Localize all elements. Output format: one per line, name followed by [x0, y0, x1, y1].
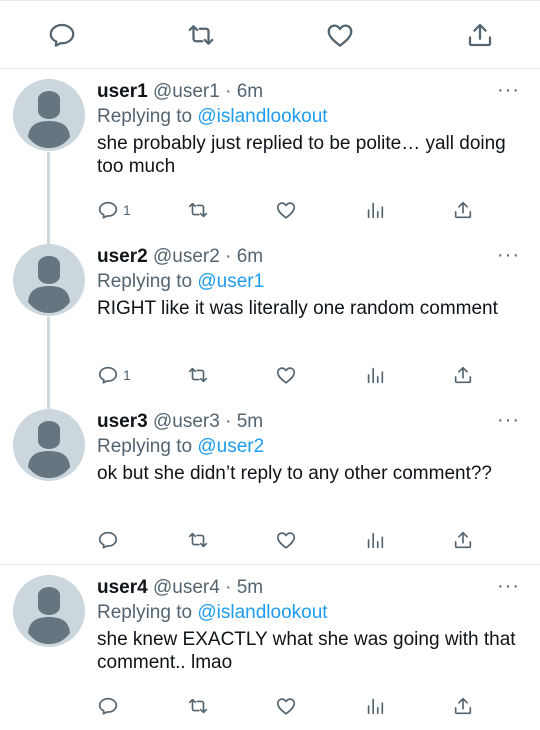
replying-prefix: Replying to — [97, 436, 193, 457]
timestamp[interactable]: 5m — [237, 411, 263, 432]
like-button[interactable] — [275, 362, 297, 388]
retweet-icon — [187, 364, 209, 386]
stats-icon — [364, 529, 386, 551]
retweet-button[interactable] — [187, 197, 209, 223]
tweet-action-bar: 1 — [97, 362, 497, 388]
like-icon — [275, 364, 297, 386]
views-button[interactable] — [364, 197, 386, 223]
separator: · — [225, 81, 232, 102]
reply-icon — [97, 199, 119, 221]
share-icon — [452, 199, 474, 221]
handle[interactable]: @user2 — [153, 246, 220, 267]
like-button[interactable] — [275, 527, 297, 553]
separator: · — [225, 577, 232, 598]
reply-tweet[interactable]: user1 @user1 · 6m ··· Replying to @islan… — [0, 69, 540, 234]
share-button[interactable] — [452, 362, 474, 388]
avatar[interactable] — [13, 409, 85, 481]
replying-prefix: Replying to — [97, 271, 193, 292]
avatar[interactable] — [13, 244, 85, 316]
reply-button[interactable]: 1 — [97, 362, 131, 388]
views-button[interactable] — [364, 693, 386, 719]
tweet-text: she knew EXACTLY what she was going with… — [97, 629, 516, 673]
reply-icon[interactable] — [47, 20, 77, 50]
like-icon — [275, 529, 297, 551]
like-icon — [275, 199, 297, 221]
more-icon[interactable]: ··· — [497, 244, 520, 267]
tweet-header: user2 @user2 · 6m — [97, 245, 263, 269]
retweet-button[interactable] — [187, 362, 209, 388]
display-name[interactable]: user3 — [97, 411, 148, 432]
timestamp[interactable]: 6m — [237, 81, 263, 102]
tweet-header: user3 @user3 · 5m — [97, 410, 263, 434]
more-icon[interactable]: ··· — [497, 79, 520, 102]
reply-icon — [97, 529, 119, 551]
reply-button[interactable] — [97, 693, 123, 719]
reply-count: 1 — [123, 202, 131, 218]
share-button[interactable] — [452, 527, 474, 553]
retweet-button[interactable] — [187, 693, 209, 719]
more-icon[interactable]: ··· — [497, 575, 520, 598]
like-icon[interactable] — [325, 20, 355, 50]
share-button[interactable] — [452, 693, 474, 719]
mention-link[interactable]: @user1 — [197, 271, 264, 292]
tweet-action-bar — [0, 0, 540, 68]
handle[interactable]: @user4 — [153, 577, 220, 598]
retweet-button[interactable] — [187, 527, 209, 553]
like-button[interactable] — [275, 197, 297, 223]
retweet-icon — [187, 529, 209, 551]
tweet-text: ok but she didn’t reply to any other com… — [97, 463, 493, 484]
tweet-action-bar: 1 — [97, 197, 497, 223]
tweet-text: RIGHT like it was literally one random c… — [97, 298, 498, 319]
replying-to: Replying to @user2 — [97, 435, 264, 459]
mention-link[interactable]: @islandlookout — [197, 602, 327, 623]
avatar[interactable] — [13, 79, 85, 151]
tweet-header: user4 @user4 · 5m — [97, 576, 263, 600]
views-button[interactable] — [364, 527, 386, 553]
like-icon — [275, 695, 297, 717]
handle[interactable]: @user1 — [153, 81, 220, 102]
handle[interactable]: @user3 — [153, 411, 220, 432]
reply-tweet[interactable]: user4 @user4 · 5m ··· Replying to @islan… — [0, 565, 540, 730]
replying-to: Replying to @islandlookout — [97, 601, 328, 625]
share-icon[interactable] — [465, 20, 495, 50]
mention-link[interactable]: @islandlookout — [197, 106, 327, 127]
mention-link[interactable]: @user2 — [197, 436, 264, 457]
display-name[interactable]: user4 — [97, 577, 148, 598]
replying-to: Replying to @user1 — [97, 270, 264, 294]
retweet-icon — [187, 199, 209, 221]
replying-to: Replying to @islandlookout — [97, 105, 328, 129]
avatar[interactable] — [13, 575, 85, 647]
share-icon — [452, 695, 474, 717]
reply-button[interactable] — [97, 527, 123, 553]
reply-tweet[interactable]: user2 @user2 · 6m ··· Replying to @user1… — [0, 234, 540, 399]
separator: · — [225, 411, 232, 432]
share-icon — [452, 529, 474, 551]
retweet-icon — [187, 695, 209, 717]
stats-icon — [364, 364, 386, 386]
tweet-header: user1 @user1 · 6m — [97, 80, 263, 104]
retweet-icon[interactable] — [186, 20, 216, 50]
share-icon — [452, 364, 474, 386]
tweet-action-bar — [97, 693, 497, 719]
like-button[interactable] — [275, 693, 297, 719]
display-name[interactable]: user2 — [97, 246, 148, 267]
timestamp[interactable]: 5m — [237, 577, 263, 598]
share-button[interactable] — [452, 197, 474, 223]
replying-prefix: Replying to — [97, 106, 193, 127]
reply-count: 1 — [123, 367, 131, 383]
reply-tweet[interactable]: user3 @user3 · 5m ··· Replying to @user2… — [0, 399, 540, 564]
views-button[interactable] — [364, 362, 386, 388]
reply-icon — [97, 695, 119, 717]
display-name[interactable]: user1 — [97, 81, 148, 102]
tweet-text: she probably just replied to be polite… … — [97, 133, 506, 177]
reply-button[interactable]: 1 — [97, 197, 131, 223]
timestamp[interactable]: 6m — [237, 246, 263, 267]
stats-icon — [364, 695, 386, 717]
more-icon[interactable]: ··· — [497, 409, 520, 432]
stats-icon — [364, 199, 386, 221]
separator: · — [225, 246, 232, 267]
tweet-action-bar — [97, 527, 497, 553]
reply-icon — [97, 364, 119, 386]
replying-prefix: Replying to — [97, 602, 193, 623]
